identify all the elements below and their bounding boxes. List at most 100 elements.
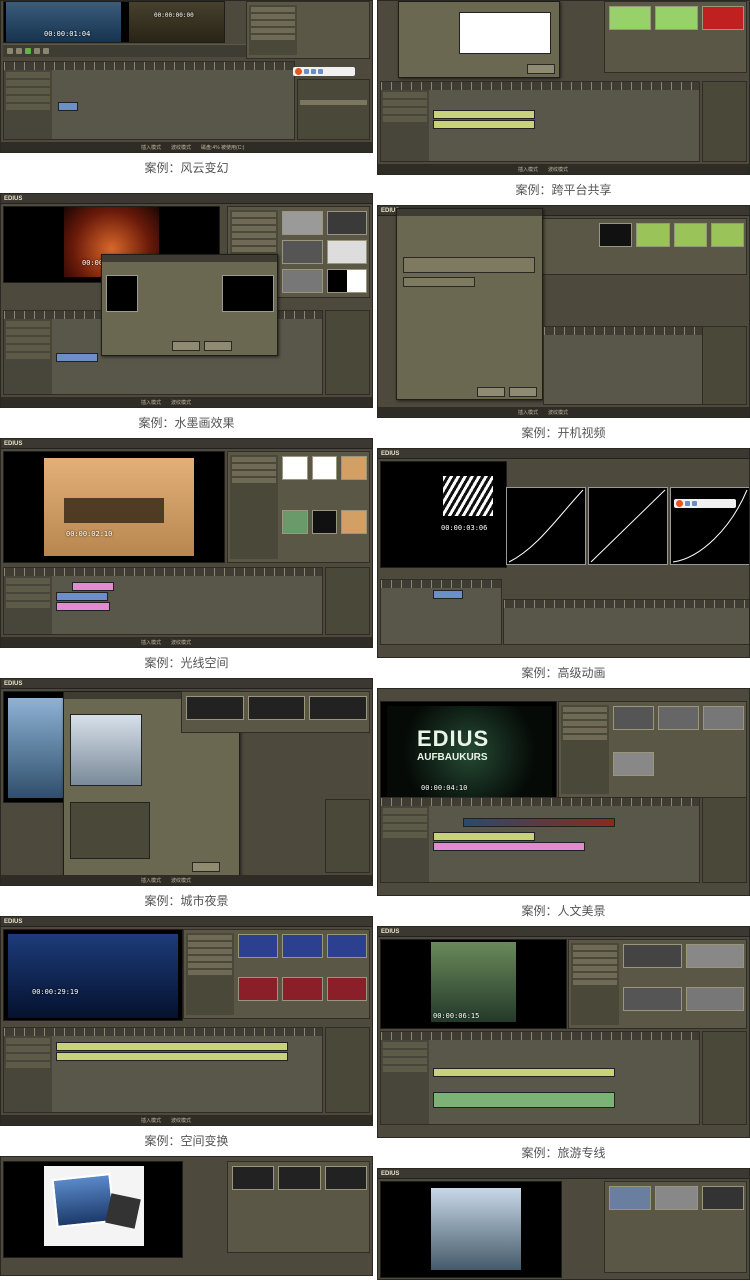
timeline-ruler[interactable] [381, 82, 699, 90]
ok-button[interactable] [172, 341, 200, 351]
effect-thumbnail[interactable] [655, 1186, 698, 1210]
effect-thumbnail[interactable] [599, 223, 633, 247]
effect-thumbnail[interactable] [311, 456, 338, 480]
effect-thumbnail[interactable] [282, 240, 323, 264]
ok-button[interactable] [477, 387, 505, 397]
effect-thumbnail[interactable] [282, 509, 308, 534]
keyframe-list[interactable] [70, 802, 150, 859]
timeline-ruler[interactable] [381, 798, 699, 806]
effect-thumbnail[interactable] [282, 934, 323, 958]
effect-thumbnail[interactable] [282, 211, 323, 235]
effect-thumbnail[interactable] [609, 1186, 652, 1210]
curve-graph[interactable] [106, 275, 138, 312]
export-button[interactable] [527, 64, 555, 74]
rewind-icon[interactable] [16, 48, 22, 54]
curve-graph[interactable] [588, 487, 668, 565]
input-method-toolbar[interactable] [674, 499, 736, 508]
toolbar-icon[interactable] [685, 501, 690, 506]
timeline-ruler[interactable] [4, 568, 322, 576]
timeline-clip[interactable] [433, 590, 463, 599]
timeline[interactable] [380, 81, 700, 162]
effect-thumbnail[interactable] [609, 6, 652, 30]
effect-thumbnail[interactable] [658, 706, 699, 730]
effect-thumbnail[interactable] [326, 240, 367, 264]
timeline-clip[interactable] [433, 1068, 615, 1077]
effect-thumbnail[interactable] [311, 509, 338, 534]
effect-thumbnail[interactable] [282, 456, 308, 480]
timeline-ruler[interactable] [544, 327, 709, 335]
input-method-toolbar[interactable] [293, 67, 355, 76]
effect-thumbnail[interactable] [278, 1166, 321, 1190]
stop-icon[interactable] [7, 48, 13, 54]
toolbar-icon[interactable] [304, 69, 309, 74]
play-icon[interactable] [25, 48, 31, 54]
effect-thumbnail[interactable] [623, 944, 682, 968]
effect-thumbnail[interactable] [324, 1166, 367, 1190]
effect-thumbnail[interactable] [186, 696, 244, 720]
timeline-clip[interactable] [433, 842, 585, 851]
timeline[interactable] [3, 61, 295, 140]
audio-clip[interactable] [433, 1092, 615, 1108]
timeline-clip[interactable] [58, 102, 78, 111]
timeline-ruler[interactable] [381, 580, 501, 588]
cancel-button[interactable] [509, 387, 537, 397]
timeline[interactable] [3, 567, 323, 635]
effect-thumbnail[interactable] [326, 976, 367, 1001]
effect-thumbnail[interactable] [341, 456, 367, 480]
timeline-clip[interactable] [433, 832, 535, 841]
effect-list[interactable] [297, 79, 370, 140]
effect-tree[interactable] [230, 455, 278, 559]
timeline[interactable] [380, 797, 700, 883]
effect-tree[interactable] [186, 933, 234, 1015]
timeline-ruler[interactable] [4, 1028, 322, 1036]
effect-thumbnail[interactable] [636, 223, 670, 247]
ok-button[interactable] [192, 862, 220, 872]
effect-thumbnail[interactable] [701, 6, 744, 30]
cancel-button[interactable] [204, 341, 232, 351]
effect-thumbnail[interactable] [232, 1166, 275, 1190]
effect-thumbnail[interactable] [685, 986, 744, 1011]
timeline-ruler[interactable] [381, 1032, 699, 1040]
timeline-clip[interactable] [56, 1052, 288, 1061]
effect-thumbnail[interactable] [309, 696, 367, 720]
loop-icon[interactable] [43, 48, 49, 54]
layout-preview[interactable] [70, 714, 142, 786]
effect-thumbnail[interactable] [701, 1186, 744, 1210]
timeline-clip[interactable] [433, 110, 535, 119]
effect-thumbnail[interactable] [341, 509, 367, 534]
effect-thumbnail[interactable] [613, 706, 654, 730]
effect-thumbnail[interactable] [703, 706, 744, 730]
timeline-ruler[interactable] [4, 62, 294, 70]
effect-tree[interactable] [571, 943, 619, 1025]
effect-tree[interactable] [561, 705, 609, 794]
toolbar-icon[interactable] [318, 69, 323, 74]
effect-thumbnail[interactable] [613, 752, 654, 776]
timeline-clip[interactable] [72, 582, 114, 591]
effect-thumbnail[interactable] [655, 6, 698, 30]
timeline-clip[interactable] [56, 592, 108, 601]
toolbar-icon[interactable] [692, 501, 697, 506]
preset-select[interactable] [403, 277, 475, 287]
timeline[interactable] [3, 1027, 323, 1113]
effect-thumbnail[interactable] [238, 934, 279, 958]
description-field[interactable] [403, 257, 535, 273]
effect-thumbnail[interactable] [326, 211, 367, 235]
effect-thumbnail[interactable] [326, 934, 367, 958]
effect-thumbnail[interactable] [282, 976, 323, 1001]
effect-thumbnail[interactable] [238, 976, 279, 1001]
timeline-clip[interactable] [463, 818, 615, 827]
effect-thumbnail[interactable] [710, 223, 744, 247]
timeline-ruler[interactable] [504, 600, 749, 608]
timeline-clip[interactable] [56, 1042, 288, 1051]
timeline-clip[interactable] [56, 353, 98, 362]
timeline[interactable] [380, 1031, 700, 1125]
timeline[interactable] [543, 326, 710, 405]
bin-tree[interactable] [249, 5, 297, 55]
keyframe-timeline[interactable] [503, 599, 749, 645]
curve-graph[interactable] [506, 487, 586, 565]
effect-thumbnail[interactable] [685, 944, 744, 968]
effect-thumbnail[interactable] [326, 269, 367, 293]
timeline[interactable] [380, 579, 502, 645]
effect-thumbnail[interactable] [673, 223, 707, 247]
timeline-clip[interactable] [433, 120, 535, 129]
